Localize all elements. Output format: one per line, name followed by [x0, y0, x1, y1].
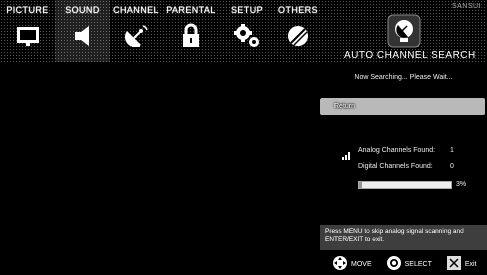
select-label: SELECT	[404, 260, 432, 268]
tab-label: CHANNEL	[113, 5, 159, 15]
tab-channel[interactable]: CHANNEL	[110, 0, 162, 62]
footer-controls: MOVE SELECT Exit	[320, 253, 487, 275]
brand-logo: SANSUI	[451, 3, 481, 10]
digital-channels-count: 0	[450, 163, 454, 170]
search-progress-percent: 3%	[456, 181, 467, 188]
satellite-dish-icon	[121, 21, 151, 51]
menu-tabs: PICTURE SOUND CHANNEL PARENTAL SETUP OTH…	[0, 0, 322, 62]
signal-bars-icon	[342, 147, 352, 165]
select-button-icon	[386, 255, 402, 273]
analog-channels-count: 1	[450, 147, 454, 154]
analog-channels-label: Analog Channels Found:	[358, 147, 436, 154]
menu-bar: PICTURE SOUND CHANNEL PARENTAL SETUP OTH…	[0, 0, 487, 62]
exit-button-icon	[446, 255, 462, 273]
return-label: Return	[334, 103, 356, 110]
tab-label: PICTURE	[6, 5, 49, 15]
digital-channels-label: Digital Channels Found:	[358, 163, 433, 170]
exit-label: Exit	[464, 260, 477, 268]
gears-icon	[232, 21, 262, 51]
auto-channel-search-panel: Now Searching... Please Wait... Return A…	[320, 62, 487, 275]
exit-hint: Exit	[446, 255, 477, 273]
tab-parental[interactable]: PARENTAL	[162, 0, 220, 62]
tab-picture[interactable]: PICTURE	[0, 0, 55, 62]
help-text-box: Press MENU to skip analog signal scannin…	[320, 225, 487, 250]
tab-setup[interactable]: SETUP	[220, 0, 274, 62]
tab-label: SETUP	[230, 5, 263, 15]
tab-label: PARENTAL	[166, 5, 216, 15]
move-hint: MOVE	[332, 255, 372, 273]
dpad-icon	[332, 255, 348, 273]
tab-others[interactable]: OTHERS	[274, 0, 322, 62]
analog-channels-row: Analog Channels Found: 1	[358, 147, 454, 154]
select-hint: SELECT	[386, 255, 432, 273]
tab-label: SOUND	[65, 5, 100, 15]
tab-label: OTHERS	[278, 5, 318, 15]
return-button[interactable]: Return	[320, 98, 485, 115]
padlock-icon	[176, 21, 206, 51]
digital-channels-row: Digital Channels Found: 0	[358, 163, 454, 170]
help-text: Press MENU to skip analog signal scannin…	[325, 228, 464, 243]
search-status-text: Now Searching... Please Wait...	[354, 74, 453, 81]
auto-search-icon	[384, 12, 424, 50]
page-title: AUTO CHANNEL SEARCH	[344, 50, 476, 61]
others-icon	[283, 21, 313, 51]
speaker-icon	[68, 21, 98, 51]
move-label: MOVE	[351, 260, 372, 268]
tv-icon	[13, 21, 43, 51]
tab-sound[interactable]: SOUND	[55, 0, 110, 62]
search-progress-fill	[359, 182, 362, 188]
search-progress-bar	[358, 181, 452, 189]
